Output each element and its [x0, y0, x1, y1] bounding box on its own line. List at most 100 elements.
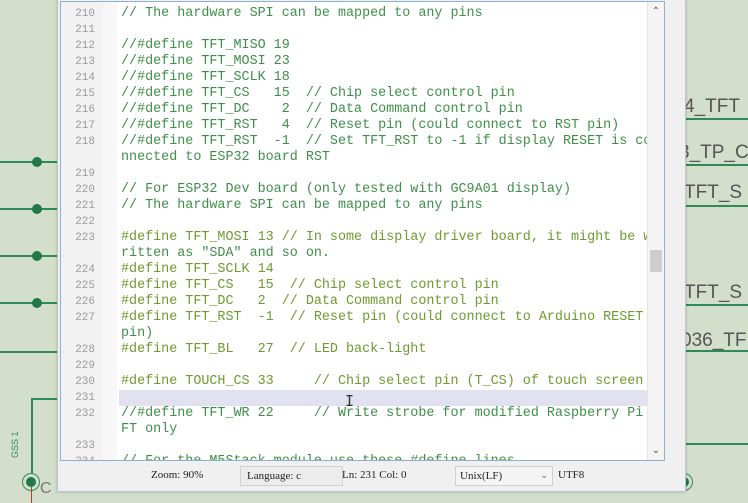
wire [0, 351, 58, 353]
line-text: #define TFT_DC 2 // Data Command control… [121, 294, 499, 309]
line-number: 232 [75, 408, 95, 420]
chevron-down-icon: ⌄ [540, 471, 548, 481]
line-text: #define TFT_MOSI 13 // In some display d… [121, 230, 652, 245]
code-line[interactable]: 234 // For the M5Stack module use these #… [61, 454, 664, 460]
code-line[interactable]: 222 [61, 214, 664, 230]
line-text: #define TFT_BL 27 // LED back-light [121, 342, 427, 357]
scrollbar-thumb[interactable] [650, 250, 662, 272]
net-label: 4_TFT [684, 96, 740, 117]
line-text: #define TFT_RST -1 // Reset pin (could c… [121, 310, 644, 325]
wire [0, 302, 58, 304]
line-text: //#define TFT_RST 4 // Reset pin (could … [121, 118, 620, 133]
junction-dot [32, 251, 42, 261]
net-label: 3_TP_C [679, 142, 748, 163]
line-text: ritten as "SDA" and so on. [121, 246, 330, 261]
wire [0, 255, 58, 257]
line-text: //#define TFT_CS 15 // Chip select contr… [121, 86, 515, 101]
line-text: pin) [121, 326, 154, 341]
pin-letter: C [40, 480, 52, 497]
wire [31, 487, 32, 503]
line-text: //#define TFT_MISO 19 [121, 38, 290, 53]
line-number: 224 [75, 264, 95, 276]
line-text: //#define TFT_WR 22 // Write strobe for … [121, 406, 660, 421]
wire [31, 398, 58, 400]
wire [684, 164, 748, 166]
line-text [119, 390, 664, 406]
scroll-down-icon[interactable]: ⌄ [648, 445, 664, 456]
code-line[interactable]: 212 //#define TFT_MISO 19 [61, 38, 664, 54]
vertical-scrollbar[interactable]: ⌃ ⌄ [647, 2, 664, 460]
line-text: // The hardware SPI can be mapped to any… [121, 198, 483, 213]
line-text: nnected to ESP32 board RST [121, 150, 330, 165]
line-number: 212 [75, 40, 95, 52]
code-line[interactable]: 215 //#define TFT_CS 15 // Chip select co… [61, 86, 664, 102]
line-text: //#define TFT_MOSI 23 [121, 54, 290, 69]
net-label: TFT_S [684, 182, 743, 203]
line-number: 217 [75, 120, 95, 132]
line-number: 213 [75, 56, 95, 68]
code-line[interactable]: 233 [61, 438, 664, 454]
junction-dot [32, 204, 42, 214]
code-line[interactable]: 210 // The hardware SPI can be mapped to … [61, 6, 664, 22]
line-number: 231 [75, 392, 95, 404]
code-line[interactable]: 214 //#define TFT_SCLK 18 [61, 70, 664, 86]
code-line[interactable]: 229 [61, 358, 664, 374]
line-number: 230 [75, 376, 95, 388]
line-number: 221 [75, 200, 95, 212]
pin-label: GSS 1 [10, 431, 20, 458]
line-text: //#define TFT_DC 2 // Data Command contr… [121, 102, 523, 117]
pin-dot [26, 477, 36, 487]
line-number: 211 [75, 24, 95, 36]
scroll-up-icon[interactable]: ⌃ [648, 6, 664, 17]
wire [684, 205, 748, 207]
code-line[interactable]: 213 //#define TFT_MOSI 23 [61, 54, 664, 70]
code-line[interactable]: 220 // For ESP32 Dev board (only tested w… [61, 182, 664, 198]
net-label: TFT_S [684, 282, 743, 303]
code-line[interactable]: 230 #define TOUCH_CS 33 // Chip select pi… [61, 374, 664, 390]
line-number: 218 [75, 136, 95, 148]
code-line[interactable]: 217 //#define TFT_RST 4 // Reset pin (cou… [61, 118, 664, 134]
line-ending-select[interactable]: Unix(LF) ⌄ [455, 466, 553, 486]
text-cursor-icon: I [345, 392, 355, 410]
code-text-area[interactable]: 210 // The hardware SPI can be mapped to … [60, 1, 665, 461]
code-line[interactable]: 225 #define TFT_CS 15 // Chip select cont… [61, 278, 664, 294]
line-text: // For ESP32 Dev board (only tested with… [121, 182, 571, 197]
code-line[interactable]: pin) [61, 326, 664, 342]
junction-dot [32, 157, 42, 167]
code-line-current[interactable]: 231 [61, 390, 664, 406]
code-line[interactable]: 218 //#define TFT_RST -1 // Set TFT_RST t… [61, 134, 664, 150]
code-line[interactable]: 232 //#define TFT_WR 22 // Write strobe f… [61, 406, 664, 422]
language-status: Language: c [240, 466, 343, 486]
code-line[interactable]: nnected to ESP32 board RST [61, 150, 664, 166]
code-line[interactable]: FT only [61, 422, 664, 438]
code-line[interactable]: 211 [61, 22, 664, 38]
junction-dot [32, 298, 42, 308]
line-number: 223 [75, 232, 95, 244]
line-number: 225 [75, 280, 95, 292]
code-line[interactable]: ritten as "SDA" and so on. [61, 246, 664, 262]
line-text: // For the M5Stack module use these #def… [119, 454, 664, 460]
net-label: 036_TF [681, 330, 747, 351]
code-line[interactable]: 227 #define TFT_RST -1 // Reset pin (coul… [61, 310, 664, 326]
status-bar: Zoom: 90% Language: c Ln: 231 Col: 0 Uni… [58, 463, 685, 489]
code-line[interactable]: 224 #define TFT_SCLK 14 [61, 262, 664, 278]
line-text: #define TOUCH_CS 33 // Chip select pin (… [121, 374, 644, 389]
cursor-position-status: Ln: 231 Col: 0 [342, 469, 407, 481]
line-number: 227 [75, 312, 95, 324]
line-text: //#define TFT_RST -1 // Set TFT_RST to -… [121, 134, 652, 149]
code-line[interactable]: 223 #define TFT_MOSI 13 // In some displa… [61, 230, 664, 246]
wire [0, 161, 58, 163]
zoom-status: Zoom: 90% [151, 469, 204, 481]
wire [0, 208, 58, 210]
line-number: 226 [75, 296, 95, 308]
code-line[interactable]: 219 [61, 166, 664, 182]
code-line[interactable]: 228 #define TFT_BL 27 // LED back-light [61, 342, 664, 358]
code-line[interactable]: 226 #define TFT_DC 2 // Data Command cont… [61, 294, 664, 310]
line-number: 234 [61, 454, 95, 460]
wire [684, 350, 748, 352]
wire [684, 118, 748, 120]
code-line[interactable]: 216 //#define TFT_DC 2 // Data Command co… [61, 102, 664, 118]
line-text: //#define TFT_SCLK 18 [121, 70, 290, 85]
code-line[interactable]: 221 // The hardware SPI can be mapped to … [61, 198, 664, 214]
line-ending-value: Unix(LF) [460, 470, 503, 482]
